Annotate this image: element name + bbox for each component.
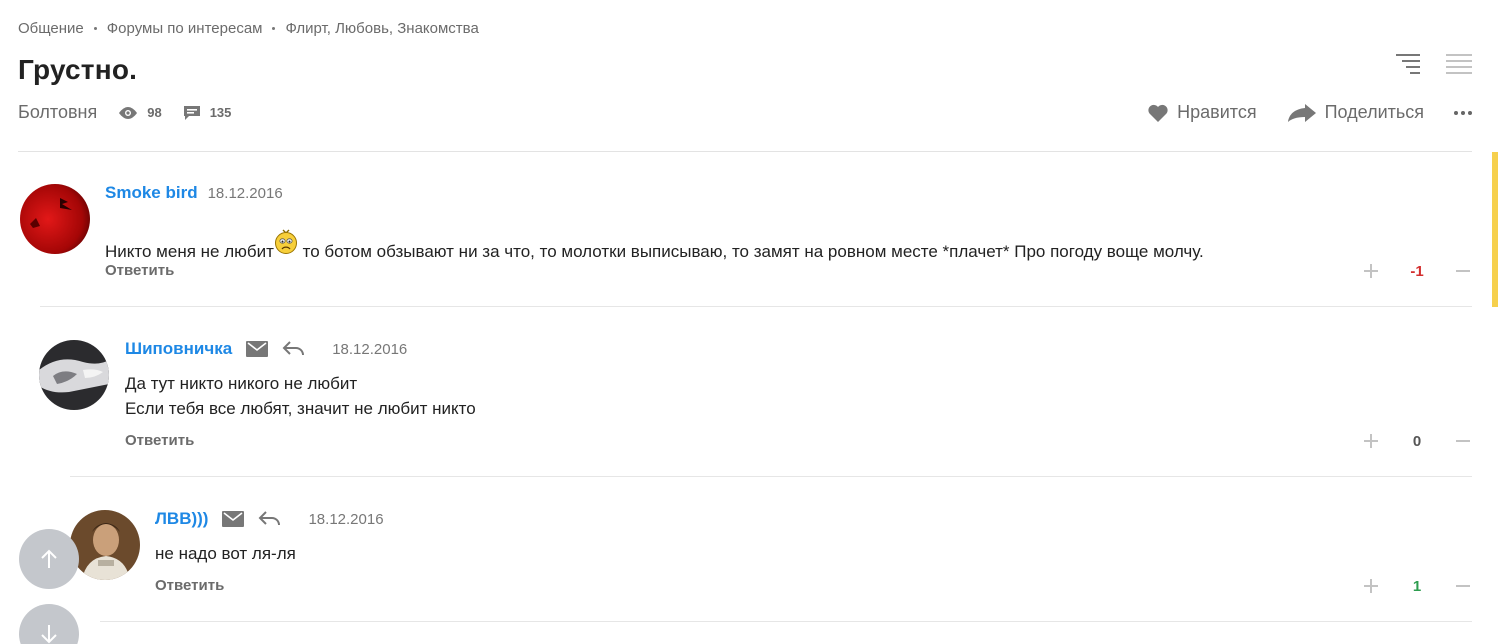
downvote-button[interactable] [1454, 432, 1472, 450]
comment-icon [183, 105, 200, 120]
like-button[interactable]: Нравится [1147, 102, 1257, 123]
share-label: Поделиться [1324, 102, 1424, 122]
avatar[interactable] [20, 184, 90, 254]
views-stat: 98 [117, 105, 162, 120]
avatar[interactable] [70, 510, 140, 580]
comments-stat: 135 [182, 105, 232, 121]
breadcrumb: Общение Форумы по интересам Флирт, Любов… [18, 20, 479, 37]
tree-view-icon[interactable] [1396, 52, 1422, 74]
divider [18, 151, 1472, 152]
scrollbar[interactable] [1492, 152, 1498, 307]
mail-icon[interactable] [222, 511, 245, 527]
scroll-down-button[interactable] [19, 604, 79, 644]
heart-icon [1148, 104, 1168, 122]
comment-divider [40, 306, 1472, 307]
comment-score: 0 [1412, 432, 1422, 450]
comment: ЛВВ))) 18.12.2016 не надо вот ля-ля Отве… [0, 0, 1498, 622]
comment-text-part: то ботом обзывают ни за что, то молотки … [297, 242, 1204, 261]
comment-header: ЛВВ))) 18.12.2016 [155, 509, 384, 529]
comment-line: Если тебя все любят, значит не любит ник… [125, 399, 476, 418]
comment-text: не надо вот ля-ля [155, 541, 296, 566]
avatar[interactable] [39, 340, 109, 410]
comment-date: 18.12.2016 [332, 340, 408, 358]
upvote-button[interactable] [1362, 432, 1380, 450]
comment-date: 18.12.2016 [207, 184, 283, 202]
eye-icon [119, 106, 138, 119]
arrow-up-icon [41, 549, 57, 568]
sad-smiley-icon [274, 229, 297, 254]
breadcrumb-separator [93, 27, 97, 30]
comment-header: Smoke bird 18.12.2016 [105, 183, 283, 203]
comment-text: Да тут никто никого не любит Если тебя в… [125, 371, 476, 421]
breadcrumb-separator [272, 27, 276, 30]
topic-actions: Нравится Поделиться [1117, 102, 1472, 123]
comment-line: не надо вот ля-ля [155, 544, 296, 563]
topic-meta: Болтовня 98 135 [18, 102, 251, 123]
downvote-button[interactable] [1454, 577, 1472, 595]
reply-button[interactable]: Ответить [125, 432, 194, 449]
comment-author[interactable]: ЛВВ))) [155, 509, 208, 529]
breadcrumb-item[interactable]: Флирт, Любовь, Знакомства [285, 20, 478, 37]
like-label: Нравится [1177, 102, 1257, 122]
scroll-up-button[interactable] [19, 529, 79, 589]
comment-line: Да тут никто никого не любит [125, 374, 358, 393]
upvote-button[interactable] [1362, 577, 1380, 595]
vote-controls: -1 [1362, 262, 1472, 280]
breadcrumb-item[interactable]: Форумы по интересам [107, 20, 263, 37]
comments-count: 135 [209, 105, 232, 120]
vote-controls: 0 [1362, 432, 1472, 450]
list-view-icon[interactable] [1446, 52, 1472, 74]
comment-header: Шиповничка 18.12.2016 [125, 339, 407, 359]
comment-divider [100, 621, 1472, 622]
comment-text: Никто меня не любит то ботом обзывают ни… [105, 227, 1204, 264]
more-options-icon[interactable] [1454, 110, 1472, 115]
arrow-down-icon [41, 625, 57, 644]
views-count: 98 [147, 105, 162, 120]
vote-controls: 1 [1362, 577, 1472, 595]
reply-button[interactable]: Ответить [105, 262, 174, 279]
comment-score: -1 [1410, 262, 1424, 280]
downvote-button[interactable] [1454, 262, 1472, 280]
comment-score: 1 [1412, 577, 1422, 595]
comment-author[interactable]: Smoke bird [105, 183, 198, 203]
comment-divider [70, 476, 1472, 477]
view-toggles [1396, 52, 1472, 74]
upvote-button[interactable] [1362, 262, 1380, 280]
mail-icon[interactable] [246, 341, 269, 357]
share-button[interactable]: Поделиться [1287, 102, 1424, 123]
reply-button[interactable]: Ответить [155, 577, 224, 594]
share-icon [1287, 103, 1316, 122]
comment-date: 18.12.2016 [308, 510, 384, 528]
page-title: Грустно. [18, 54, 138, 85]
topic-category[interactable]: Болтовня [18, 102, 97, 123]
reply-arrow-icon[interactable] [258, 510, 282, 528]
comment-text-part: Никто меня не любит [105, 242, 274, 261]
comment-author[interactable]: Шиповничка [125, 339, 232, 359]
breadcrumb-item[interactable]: Общение [18, 20, 84, 37]
reply-arrow-icon[interactable] [282, 340, 306, 358]
